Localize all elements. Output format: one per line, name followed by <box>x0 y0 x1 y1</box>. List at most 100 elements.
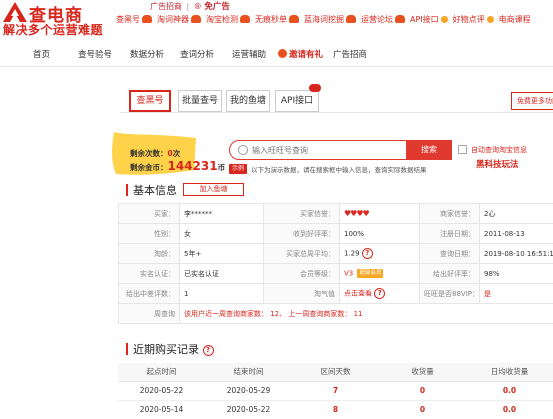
nav-item-ads[interactable]: 广告招商 <box>333 48 367 60</box>
table-cell: 0.0 <box>466 381 553 401</box>
top-link-7[interactable]: 好物点评 <box>453 14 485 25</box>
info-key: 淘龄： <box>118 243 180 264</box>
top-link-5[interactable]: 运营论坛 <box>361 14 393 25</box>
table-row: 2020-05-14 2020-05-22 8 0 0.0 <box>118 400 553 419</box>
info-row: 性别： 女 收到好评率： 100% 注册日期： 2011-08-13 <box>118 223 553 244</box>
top-link-0[interactable]: 查黑号 <box>116 14 140 25</box>
hot-icon <box>191 14 201 23</box>
tabs-divider <box>120 112 553 113</box>
purchase-table: 起点时间 结束时间 区间天数 收货量 日均收货量 2020-05-22 2020-05-2… <box>118 363 553 419</box>
nav-item-invite[interactable]: 邀请有礼 <box>278 48 323 60</box>
info-key: 注册日期： <box>419 223 480 244</box>
add-to-pond-button[interactable]: 加入鱼塘 <box>183 183 244 196</box>
credit-coins-unit: 币 <box>217 163 226 172</box>
nav-item-check-id[interactable]: 查号验号 <box>78 48 112 60</box>
nav-item-analysis[interactable]: 数据分析 <box>130 48 164 60</box>
info-key: 查询日期： <box>419 243 480 264</box>
nav-item-ops[interactable]: 运营辅助 <box>232 48 266 60</box>
nav-divider <box>0 66 553 67</box>
info-value: 点击查看 ? <box>339 283 420 304</box>
tab-api[interactable]: API接口 <box>275 90 319 112</box>
info-value: 2019-08-10 16:51:12 <box>479 243 553 264</box>
free-more-button[interactable]: 免费更多功能 <box>511 92 553 110</box>
info-key: 给出中差评数： <box>118 283 180 304</box>
info-value-text: 女 <box>184 229 191 238</box>
nav-item-keywords[interactable]: 查词分析 <box>180 48 214 60</box>
ad-free-link[interactable]: 免广告 <box>204 2 230 12</box>
info-value-text: 是 <box>484 289 491 298</box>
info-value-text: 5年+ <box>184 249 202 258</box>
info-value: 已实名认证 <box>179 263 264 284</box>
info-key: 周查询 <box>118 303 180 324</box>
logo-slogan: 解决多个运营难题 <box>3 23 104 37</box>
auto-query-label[interactable]: 自动查询淘宝信息 <box>471 145 527 155</box>
info-key: 淘气值 <box>263 283 340 304</box>
example-note: 以下为演示数据，请在搜索框中输入信息，查询实际数据结果 <box>251 166 427 174</box>
column-header: 日均收货量 <box>466 363 553 382</box>
black-tech-link[interactable]: 黑科技玩法 <box>476 158 519 170</box>
info-value: 100% <box>339 223 420 244</box>
nav-item-home[interactable]: 首页 <box>33 48 50 60</box>
info-row: 淘龄： 5年+ 买家总周平均： 1.29 ? 查询日期： 2019-08-10 16:51… <box>118 243 553 264</box>
info-key: 收到好评率： <box>263 223 340 244</box>
credit-times-label: 剩余次数： <box>130 149 168 158</box>
top-link-2[interactable]: 淘宝检测 <box>206 14 238 25</box>
info-value: 该用户近一周查询商家数： 12、 上一周查询商家数： 11 <box>179 303 553 324</box>
info-value: 1.29 ? <box>339 243 420 264</box>
help-icon[interactable]: ? <box>374 288 386 299</box>
search-button[interactable]: 搜索 <box>406 140 452 160</box>
info-key: 性别： <box>118 223 180 244</box>
top-link-1[interactable]: 淘词神器 <box>157 14 189 25</box>
credit-coins-label: 剩余金币： <box>130 163 168 172</box>
logo-mark-icon <box>3 2 27 22</box>
nav-item-invite-label: 邀请有礼 <box>289 50 324 60</box>
basic-info-table: 买家： 李****** 买家信誉： ♥♥♥♥ 商家信誉： 2心 性别： 女 收到好评率： 100%… <box>118 203 553 324</box>
auto-query-checkbox[interactable] <box>458 145 467 154</box>
hot-icon <box>346 14 356 23</box>
credit-times-unit: 次 <box>172 149 181 158</box>
page: 查电商 解决多个运营难题 广告招商 | ® 免广告 查黑号 淘词神器 淘宝检测 无痕秒… <box>0 0 553 419</box>
column-header: 结束时间 <box>205 363 292 382</box>
help-icon[interactable]: ? <box>361 248 373 259</box>
info-value-text: 98% <box>484 269 500 278</box>
view-naughty-link[interactable]: 点击查看 <box>344 290 374 298</box>
coin-icon <box>440 16 448 23</box>
ad-separator: | <box>186 2 190 11</box>
info-value: ♥♥♥♥ <box>339 203 420 224</box>
table-cell: 2020-05-14 <box>118 400 205 419</box>
table-cell: 0 <box>379 381 466 401</box>
info-value-text: 已实名认证 <box>184 269 219 278</box>
info-value: 是 <box>479 283 553 304</box>
top-link-6[interactable]: API接口 <box>410 14 439 25</box>
table-cell: 2020-05-22 <box>118 381 205 401</box>
summary-row: 周查询 该用户近一周查询商家数： 12、 上一周查询商家数： 11 <box>118 303 553 324</box>
top-link-4[interactable]: 蓝海词挖掘 <box>304 14 344 25</box>
help-icon[interactable]: ? <box>202 344 214 356</box>
info-key: 会员等级： <box>263 263 340 284</box>
main-nav: 首页 查号验号 数据分析 查词分析 运营辅助 邀请有礼 广告招商 <box>0 44 553 64</box>
top-links-bar: 查黑号 淘词神器 淘宝检测 无痕秒单 蓝海词挖掘 运营论坛 API接口 好物点评 电商课程 <box>116 14 553 28</box>
info-value-text: 2011-08-13 <box>484 229 525 238</box>
hot-icon <box>395 14 405 23</box>
tab-check-black[interactable]: 查黑号 <box>129 90 171 112</box>
credit-coins: 剩余金币：144231币 <box>130 159 225 173</box>
top-link-8[interactable]: 电商课程 <box>499 14 531 25</box>
new-badge-icon <box>309 84 321 92</box>
table-header-row: 起点时间 结束时间 区间天数 收货量 日均收货量 <box>118 363 553 382</box>
hot-icon <box>289 14 299 23</box>
tab-my-pond[interactable]: 我的鱼塘 <box>226 90 270 112</box>
tab-batch-check[interactable]: 批量查号 <box>178 90 222 112</box>
vip-level: V3 <box>344 269 356 278</box>
info-value: 5年+ <box>179 243 264 264</box>
section-marker <box>126 343 128 355</box>
search-input[interactable] <box>252 143 422 157</box>
info-value: 2心 <box>479 203 553 224</box>
ad-recruit-link[interactable]: 广告招商 <box>150 2 182 11</box>
top-link-3[interactable]: 无痕秒单 <box>255 14 287 25</box>
table-row: 2020-05-22 2020-05-29 7 0 0.0 <box>118 381 553 401</box>
site-logo[interactable]: 查电商 解决多个运营难题 <box>3 2 111 37</box>
info-value-text: 1.29 <box>344 249 362 258</box>
info-value-text: 1 <box>184 289 189 298</box>
ad-circle-icon: ® <box>193 2 202 11</box>
credit-times: 剩余次数：0次 <box>130 148 180 159</box>
